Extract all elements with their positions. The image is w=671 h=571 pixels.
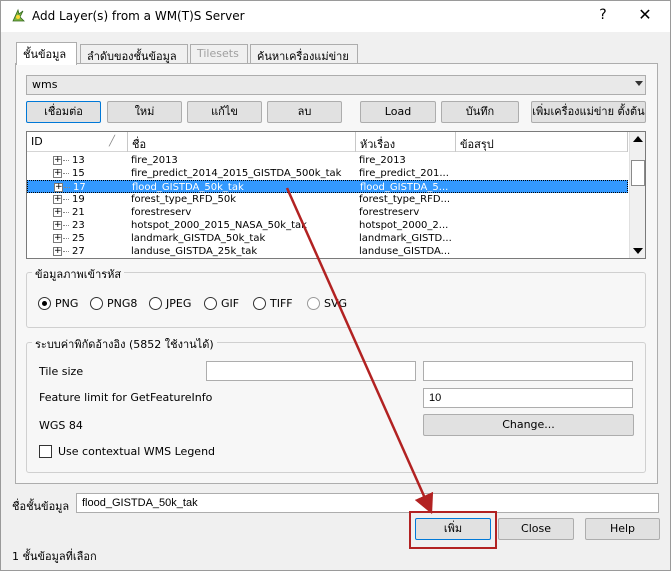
table-header: ID ╱ ชื่อ หัวเรื่อง ข้อสรุป (27, 132, 628, 152)
layer-name: hotspot_2000_2015_NASA_50k_tak (131, 220, 307, 231)
column-header-name[interactable]: ชื่อ (128, 132, 356, 152)
table-row[interactable]: + 15 fire_predict_2014_2015_GISTDA_500k_… (27, 167, 628, 180)
tab-layers[interactable]: ชั้นข้อมูล (16, 42, 77, 65)
layer-name: fire_2013 (131, 155, 178, 166)
close-window-button[interactable]: ✕ (633, 5, 657, 27)
sort-indicator-icon: ╱ (109, 136, 116, 147)
radio-gif-indicator[interactable] (204, 297, 217, 310)
layer-title: hotspot_2000_2... (359, 220, 449, 231)
table-scrollbar[interactable] (629, 132, 645, 258)
radio-png-indicator[interactable] (38, 297, 51, 310)
add-default-servers-button[interactable]: เพิ่มเครื่องแม่ข่าย ตั้งต้น (531, 101, 646, 123)
layer-id: 27 (72, 246, 85, 257)
window-title: Add Layer(s) from a WM(T)S Server (32, 9, 245, 23)
layer-title: landuse_GISTDA... (359, 246, 451, 257)
layer-list-table[interactable]: ID ╱ ชื่อ หัวเรื่อง ข้อสรุป + 13 fire_20… (26, 131, 646, 259)
save-connections-button[interactable]: บันทึก (441, 101, 519, 123)
tab-tilesets: Tilesets (190, 44, 248, 64)
radio-png8-indicator[interactable] (90, 297, 103, 310)
crs-label: WGS 84 (39, 419, 83, 432)
help-button[interactable]: Help (585, 518, 660, 540)
scroll-thumb[interactable] (631, 160, 645, 186)
layer-title: fire_predict_201... (359, 168, 449, 179)
layer-name: forest_type_RFD_50k (131, 194, 237, 205)
table-row[interactable]: + 25 landmark_GISTDA_50k_tak landmark_GI… (27, 232, 628, 245)
expand-icon[interactable]: + (53, 234, 62, 243)
layer-name: landmark_GISTDA_50k_tak (131, 233, 266, 244)
contextual-legend-label: Use contextual WMS Legend (58, 445, 216, 458)
radio-jpeg-indicator[interactable] (149, 297, 162, 310)
table-row[interactable]: + 21 forestreserv forestreserv (27, 206, 628, 219)
image-encoding-title: ข้อมูลภาพเข้ารหัส (32, 265, 125, 283)
add-button-highlight-box (409, 511, 497, 549)
layer-title: forestreserv (359, 207, 420, 218)
table-row-selected[interactable]: + 17 flood_GISTDA_50k_tak flood_GISTDA_5… (27, 180, 628, 193)
qgis-logo-icon (12, 8, 25, 22)
connect-button[interactable]: เชื่อมต่อ (26, 101, 101, 123)
layer-title: forest_type_RFD... (359, 194, 451, 205)
layer-id: 21 (72, 207, 85, 218)
table-row[interactable]: + 13 fire_2013 fire_2013 (27, 154, 628, 167)
layer-name: fire_predict_2014_2015_GISTDA_500k_tak (131, 168, 342, 179)
load-connections-button[interactable]: Load (360, 101, 436, 123)
delete-connection-button[interactable]: ลบ (267, 101, 342, 123)
column-header-abstract[interactable]: ข้อสรุป (456, 132, 628, 152)
expand-icon[interactable]: + (53, 208, 62, 217)
expand-icon[interactable]: + (53, 195, 62, 204)
expand-icon[interactable]: + (53, 221, 62, 230)
tile-width-input[interactable] (206, 361, 416, 381)
tab-server-search[interactable]: ค้นหาเครื่องแม่ข่าย (250, 44, 358, 64)
layer-name: forestreserv (131, 207, 192, 218)
options-title: ระบบค่าพิกัดอ้างอิง (5852 ใช้งานได้) (32, 335, 217, 353)
layer-id: 15 (72, 168, 85, 179)
close-button[interactable]: Close (498, 518, 574, 540)
feature-limit-label: Feature limit for GetFeatureInfo (39, 391, 213, 404)
radio-tiff-indicator[interactable] (253, 297, 266, 310)
status-text: 1 ชั้นข้อมูลที่เลือก (12, 550, 97, 563)
layer-title: fire_2013 (359, 155, 406, 166)
feature-limit-input[interactable] (423, 388, 633, 408)
expand-icon[interactable]: + (53, 247, 62, 256)
chevron-down-icon[interactable] (635, 81, 643, 86)
change-crs-button[interactable]: Change... (423, 414, 634, 436)
expand-icon[interactable]: + (53, 169, 62, 178)
layer-name: landuse_GISTDA_25k_tak (131, 246, 258, 257)
new-connection-button[interactable]: ใหม่ (107, 101, 182, 123)
tile-height-input[interactable] (423, 361, 633, 381)
layer-name-label: ชื่อชั้นข้อมูล (12, 500, 70, 513)
table-row[interactable]: + 27 landuse_GISTDA_25k_tak landuse_GIST… (27, 245, 628, 258)
column-header-id[interactable]: ID ╱ (27, 132, 128, 152)
layer-id: 23 (72, 220, 85, 231)
layer-title: landmark_GISTD... (359, 233, 452, 244)
connection-select[interactable]: wms (26, 75, 646, 95)
column-header-title[interactable]: หัวเรื่อง (356, 132, 456, 152)
help-title-button[interactable]: ? (593, 7, 613, 27)
layer-id: 13 (72, 155, 85, 166)
scroll-up-icon[interactable] (633, 136, 643, 142)
connection-value: wms (32, 78, 58, 91)
layer-id: 25 (72, 233, 85, 244)
title-bar: Add Layer(s) from a WM(T)S Server ? ✕ (1, 1, 670, 32)
table-row[interactable]: + 23 hotspot_2000_2015_NASA_50k_tak hots… (27, 219, 628, 232)
scroll-down-icon[interactable] (633, 248, 643, 254)
expand-icon[interactable]: + (53, 156, 62, 165)
edit-connection-button[interactable]: แก้ไข (187, 101, 262, 123)
radio-svg-indicator (307, 297, 320, 310)
tab-layer-order[interactable]: ลำดับของชั้นข้อมูล (80, 44, 188, 64)
expand-icon[interactable]: + (54, 183, 63, 192)
contextual-legend-checkbox[interactable] (39, 445, 52, 458)
add-wms-layer-dialog: Add Layer(s) from a WM(T)S Server ? ✕ ชั… (0, 0, 671, 571)
table-row[interactable]: + 19 forest_type_RFD_50k forest_type_RFD… (27, 193, 628, 206)
layer-name-input[interactable] (76, 493, 659, 513)
layer-id: 19 (72, 194, 85, 205)
tile-size-label: Tile size (39, 365, 84, 378)
